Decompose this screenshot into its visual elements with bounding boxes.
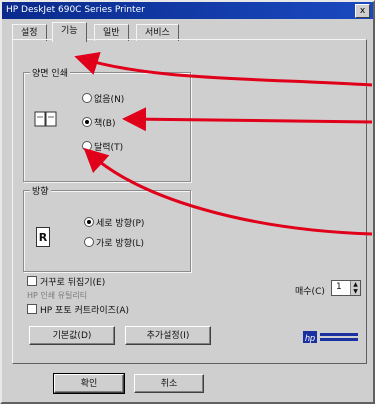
book-duplex-icon: [34, 111, 57, 127]
ok-button[interactable]: 확인: [53, 373, 125, 394]
portrait-page-icon: R: [36, 227, 50, 247]
duplex-book-radio[interactable]: 책(B): [82, 117, 115, 129]
landscape-label: 가로 방향(L): [96, 239, 145, 249]
close-icon: x: [359, 6, 366, 16]
hp-photo-label: HP 포토 커트라이즈(A): [40, 306, 130, 316]
spinner-arrows-icon[interactable]: ▲ ▼: [350, 281, 360, 295]
tab-strip: 설정 기능 일반 서비스: [12, 22, 367, 42]
copies-value: 1: [336, 282, 342, 292]
duplex-none-radio[interactable]: 없음(N): [82, 93, 124, 105]
radio-selected-icon: [82, 117, 92, 127]
printer-properties-dialog: HP DeskJet 690C Series Printer x 설정 기능 일…: [0, 0, 375, 404]
duplex-calendar-label: 달력(T): [94, 143, 124, 153]
duplex-none-label: 없음(N): [94, 95, 125, 105]
hp-logo-icon: hp: [303, 331, 358, 343]
mirror-image-label: 거꾸로 뒤집기(E): [40, 278, 106, 288]
tab-features[interactable]: 기능: [52, 22, 87, 42]
svg-text:hp: hp: [305, 333, 315, 343]
cancel-button[interactable]: 취소: [134, 374, 204, 393]
orientation-group: 방향 R 세로 방향(P) 가로 방향(L): [23, 184, 191, 272]
title-bar: HP DeskJet 690C Series Printer x: [2, 2, 373, 19]
orientation-group-title: 방향: [30, 184, 51, 197]
close-button[interactable]: x: [355, 4, 370, 18]
radio-icon: [84, 237, 94, 247]
defaults-button[interactable]: 기본값(D): [29, 326, 115, 345]
copies-spinner[interactable]: 1 ▲ ▼: [331, 280, 361, 296]
mirror-image-checkbox[interactable]: 거꾸로 뒤집기(E): [27, 276, 105, 288]
hp-utility-title: HP 인쇄 유틸리티: [27, 291, 88, 300]
window-title: HP DeskJet 690C Series Printer: [6, 5, 145, 15]
duplex-calendar-radio[interactable]: 달력(T): [82, 141, 123, 153]
checkbox-icon: [27, 304, 37, 314]
advanced-button[interactable]: 추가설정(I): [125, 326, 211, 345]
radio-selected-icon: [84, 217, 94, 227]
landscape-radio[interactable]: 가로 방향(L): [84, 237, 144, 249]
portrait-label: 세로 방향(P): [96, 219, 145, 229]
checkbox-icon: [27, 276, 37, 286]
copies-label: 매수(C): [295, 287, 325, 297]
duplex-group-title: 양면 인쇄: [30, 66, 70, 79]
radio-icon: [82, 141, 92, 151]
radio-icon: [82, 93, 92, 103]
tab-panel: 양면 인쇄 없음(N) 책(B) 달력(T) 방향 R 세로 방향(P) 가로 …: [12, 39, 367, 364]
portrait-radio[interactable]: 세로 방향(P): [84, 217, 144, 229]
duplex-group: 양면 인쇄 없음(N) 책(B) 달력(T): [23, 66, 191, 182]
hp-photo-checkbox[interactable]: HP 포토 커트라이즈(A): [27, 304, 129, 316]
duplex-book-label: 책(B): [94, 119, 116, 129]
